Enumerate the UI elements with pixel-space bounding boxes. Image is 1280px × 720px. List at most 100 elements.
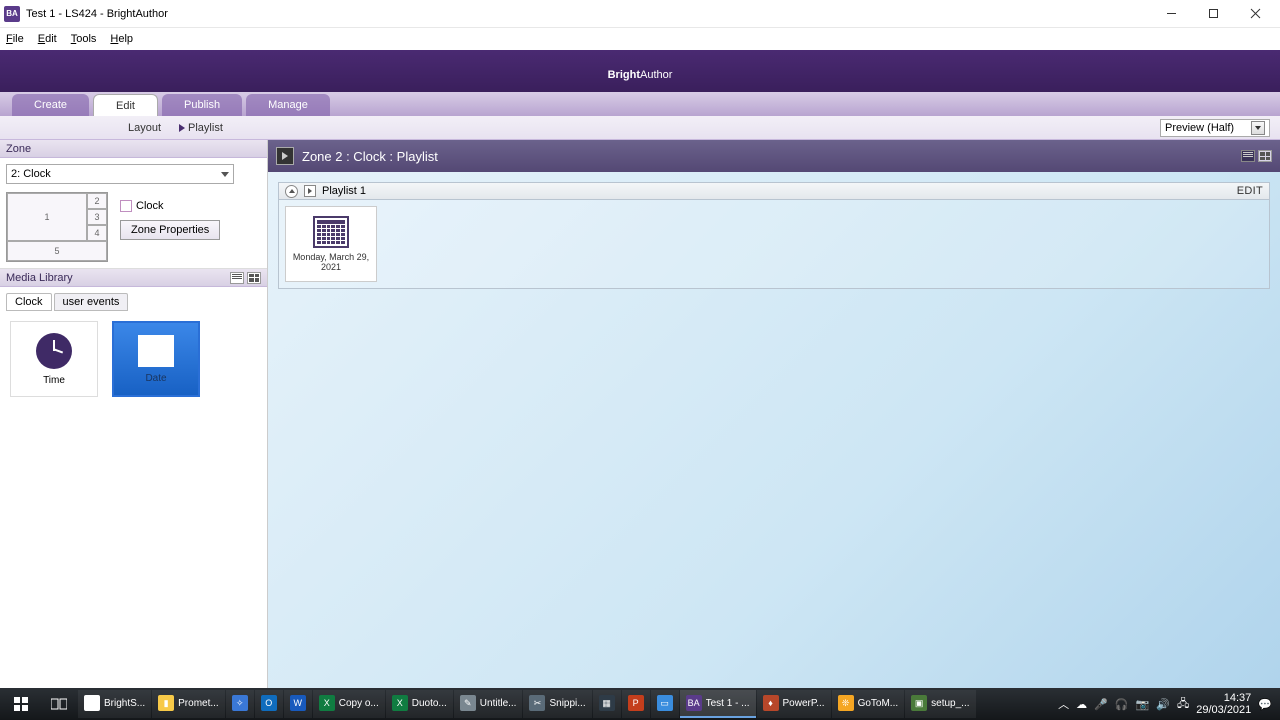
taskbar-app[interactable]: W [284,690,312,718]
brand-band: BrightAuthor [0,50,1280,92]
app-icon: ✂ [529,695,545,711]
media-library-header: Media Library [0,269,267,287]
zone-dropdown-value: 2: Clock [11,168,221,180]
tray-chevron-icon[interactable]: ︿ [1058,696,1069,712]
app-icon: ✎ [460,695,476,711]
media-tab-clock[interactable]: Clock [6,293,52,311]
view-grid-button[interactable] [1258,150,1272,162]
view-list-button[interactable] [230,272,244,284]
taskbar-app[interactable]: ◉BrightS... [78,690,151,718]
taskbar-app-label: PowerP... [783,698,825,709]
app-icon: X [319,695,335,711]
subtab-playlist[interactable]: Playlist [179,122,223,134]
app-icon: BA [686,695,702,711]
playlist-header: Zone 2 : Clock : Playlist [268,140,1280,172]
media-item-time[interactable]: Time [10,321,98,397]
view-list-button[interactable] [1241,150,1255,162]
tab-manage[interactable]: Manage [246,94,330,116]
taskbar-app[interactable]: ▦ [593,690,621,718]
zone-cell-4[interactable]: 4 [87,225,107,241]
start-button[interactable] [2,690,40,718]
playlist-name: Playlist 1 [322,185,366,197]
tray-notifications-icon[interactable]: 💬 [1258,698,1272,711]
taskbar-app-label: setup_... [931,698,969,709]
zone-cell-5[interactable]: 5 [7,241,107,261]
app-icon: W [290,695,306,711]
zone-cell-1[interactable]: 1 [7,193,87,241]
zone-cell-2[interactable]: 2 [87,193,107,209]
playlist-item-date[interactable]: Monday, March 29, 2021 [285,206,377,282]
window-close-button[interactable] [1234,0,1276,27]
task-view-button[interactable] [40,690,78,718]
tray-cloud-icon[interactable]: ☁ [1076,698,1087,711]
tray-network-icon[interactable]: 🖧 [1177,695,1189,714]
app-icon: X [392,695,408,711]
media-tab-user-events[interactable]: user events [54,293,129,311]
app-icon: P [628,695,644,711]
menu-edit[interactable]: Edit [38,33,57,45]
zone-cell-3[interactable]: 3 [87,209,107,225]
app-icon: ▮ [158,695,174,711]
clock-checkbox-label: Clock [136,200,164,212]
zone-layout-preview[interactable]: 1 2 3 4 5 [6,192,108,262]
taskbar-app[interactable]: ▭ [651,690,679,718]
menubar: File Edit Tools Help [0,28,1280,50]
tab-publish[interactable]: Publish [162,94,242,116]
calendar-icon [138,335,174,367]
taskbar-app[interactable]: ✎ Untitle... [454,690,523,718]
tab-create[interactable]: Create [12,94,89,116]
taskbar-app[interactable]: ▣ setup_... [905,690,975,718]
playlist-item-caption: Monday, March 29, 2021 [290,252,372,272]
taskbar-app-label: Snippi... [549,698,585,709]
taskbar-app[interactable]: ✂ Snippi... [523,690,591,718]
menu-help[interactable]: Help [110,33,133,45]
app-icon: ▣ [911,695,927,711]
tray-headset-icon[interactable]: 🎧 [1115,698,1129,711]
taskbar-app-label: Untitle... [480,698,517,709]
media-library-title: Media Library [6,272,73,284]
zone-properties-button[interactable]: Zone Properties [120,220,220,240]
tray-volume-icon[interactable]: 🔊 [1156,698,1170,711]
subtab-layout[interactable]: Layout [128,122,161,134]
app-icon: ▦ [599,695,615,711]
calendar-icon [313,216,349,248]
taskbar-app[interactable]: XDuoto... [386,690,453,718]
playlist-content[interactable]: Monday, March 29, 2021 [278,200,1270,289]
taskbar-app[interactable]: O [255,690,283,718]
app-icon: BA [4,6,20,22]
taskbar-app[interactable]: X Copy o... [313,690,385,718]
play-icon[interactable] [276,147,294,165]
collapse-toggle-icon[interactable] [285,185,298,198]
window-minimize-button[interactable] [1150,0,1192,27]
app-icon: ♦ [763,695,779,711]
zone-dropdown[interactable]: 2: Clock [6,164,234,184]
media-item-label: Date [145,373,166,384]
taskbar-app-label: Copy o... [339,698,379,709]
taskbar-app[interactable]: BATest 1 - ... [680,690,756,718]
zone-panel-title: Zone [6,143,31,155]
taskbar-app[interactable]: ❊GoToM... [832,690,905,718]
window-maximize-button[interactable] [1192,0,1234,27]
preview-dropdown-label: Preview (Half) [1165,122,1234,134]
taskbar-app-label: BrightS... [104,698,145,709]
taskbar-clock[interactable]: 14:37 29/03/2021 [1196,692,1251,716]
taskbar-app[interactable]: ▮Promet... [152,690,225,718]
play-icon[interactable] [304,185,316,197]
taskbar-app[interactable]: P [622,690,650,718]
taskbar-app[interactable]: ✧ [226,690,254,718]
taskbar-app[interactable]: ♦ PowerP... [757,690,831,718]
view-grid-button[interactable] [247,272,261,284]
tray-mic-icon[interactable]: 🎤 [1094,698,1108,711]
play-icon [179,124,185,132]
media-item-label: Time [43,375,65,386]
menu-tools[interactable]: Tools [71,33,97,45]
clock-checkbox[interactable] [120,200,132,212]
tab-edit[interactable]: Edit [93,94,158,116]
playlist-edit-button[interactable]: EDIT [1237,185,1263,197]
brand-logo-text: BrightAuthor [608,58,673,84]
menu-file[interactable]: File [6,33,24,45]
tray-camera-icon[interactable]: 📷 [1136,698,1150,711]
media-item-date[interactable]: Date [112,321,200,397]
preview-dropdown[interactable]: Preview (Half) [1160,119,1270,137]
chevron-down-icon [221,172,229,177]
